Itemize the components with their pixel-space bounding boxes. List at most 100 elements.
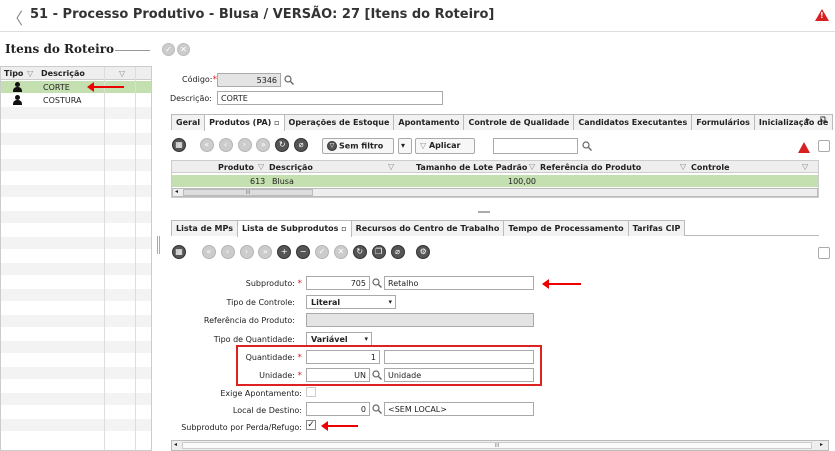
grid-header: Produto ▽ Descrição ▽ Tamanho de Lote Pa… [172, 161, 818, 173]
attach-icon[interactable]: ⌀ [390, 245, 405, 259]
tab-tempo-processamento[interactable]: Tempo de Processamento [503, 220, 629, 236]
add-icon[interactable]: + [277, 245, 292, 259]
filter-dropdown-icon[interactable]: ▾ [398, 138, 412, 154]
quantidade-field[interactable]: 1 [306, 350, 380, 364]
search-icon[interactable] [372, 370, 382, 380]
empty-row [1, 185, 151, 198]
last-icon[interactable]: » [256, 138, 271, 152]
panel-splitter[interactable] [157, 236, 160, 254]
tab-apontamento[interactable]: Apontamento [393, 114, 465, 130]
sub-option-box[interactable] [818, 247, 830, 259]
cancel-icon[interactable]: ✕ [333, 245, 348, 259]
col-descricao: Descrição [41, 69, 85, 78]
grid-toolbar: ▦ « ‹ › » ↻ ⌀ [172, 138, 310, 154]
filter-icon[interactable]: ▽ [258, 162, 264, 171]
first-icon[interactable]: « [201, 245, 216, 259]
scroll-thumb[interactable]: III [182, 442, 812, 449]
descricao-field[interactable]: CORTE [217, 91, 443, 105]
empty-row [1, 341, 151, 354]
sub-toolbar: ▦ « ‹ › » + − ✓ ✕ ↻ ❐ ⌀ ⚙ [172, 245, 432, 261]
horizontal-scrollbar[interactable]: ◂ III ▸ [171, 440, 829, 451]
filter-icon[interactable]: ▽ [802, 162, 808, 171]
empty-row [1, 107, 151, 120]
codigo-label: Código:* [182, 75, 217, 85]
prev-icon[interactable]: ‹ [220, 245, 235, 259]
prev-icon[interactable]: ‹ [218, 138, 233, 152]
tipo-quantidade-select[interactable]: Variável ▾ [306, 332, 372, 346]
cancel-button[interactable]: ✕ [177, 43, 190, 56]
list-item-costura[interactable]: COSTURA [1, 94, 151, 107]
tipo-controle-label: Tipo de Controle: [226, 298, 295, 307]
subproduto-code-field[interactable]: 705 [306, 276, 370, 290]
tab-lista-mps[interactable]: Lista de MPs [171, 220, 238, 236]
horizontal-scrollbar[interactable]: ◂ III [172, 188, 818, 197]
empty-row [1, 211, 151, 224]
tab-lista-subprodutos[interactable]: Lista de Subprodutos ▫ [237, 220, 352, 237]
search-icon[interactable] [372, 278, 382, 288]
cell-produto: 613 [250, 177, 266, 186]
perda-refugo-checkbox[interactable]: ✓ [306, 420, 316, 430]
grid-option-box[interactable] [818, 140, 830, 152]
filter-icon[interactable]: ▽ [27, 69, 33, 78]
filter-funnel-icon: ▽ [327, 141, 337, 151]
next-icon[interactable]: › [237, 138, 252, 152]
confirm-button[interactable]: ✓ [162, 43, 175, 56]
resize-handle[interactable] [478, 211, 490, 213]
empty-row [1, 393, 151, 406]
tab-produtos[interactable]: Produtos (PA) ▫ [204, 114, 285, 131]
copy-icon[interactable]: ❐ [371, 245, 386, 259]
first-icon[interactable]: « [199, 138, 214, 152]
tab-controle-qualidade[interactable]: Controle de Qualidade [463, 114, 575, 130]
bottom-tabs: Lista de MPs Lista de Subprodutos ▫ Recu… [171, 220, 819, 237]
settings-icon[interactable]: ⚙ [416, 245, 431, 259]
local-name-field[interactable]: <SEM LOCAL> [384, 402, 534, 416]
top-tabs: Geral Produtos (PA) ▫ Operações de Estoq… [171, 114, 834, 131]
confirm-icon[interactable]: ✓ [315, 245, 329, 259]
subproduto-name-field[interactable]: Retalho [384, 276, 534, 290]
local-code-field[interactable]: 0 [306, 402, 370, 416]
empty-row [1, 159, 151, 172]
search-icon[interactable] [284, 75, 294, 85]
next-icon[interactable]: › [239, 245, 254, 259]
last-icon[interactable]: » [258, 245, 273, 259]
grid-menu-icon[interactable]: ▦ [172, 138, 186, 152]
table-row[interactable]: 613 Blusa 100,00 [172, 175, 818, 187]
search-icon[interactable] [582, 141, 592, 151]
apply-filter-button[interactable]: ▽ Aplicar [415, 138, 475, 154]
list-item-corte[interactable]: CORTE [1, 81, 151, 94]
popout-icon[interactable]: ⧉ [820, 115, 826, 125]
unidade-name-field[interactable]: Unidade [384, 368, 534, 382]
scroll-thumb[interactable]: III [183, 189, 313, 196]
refresh-icon[interactable]: ↻ [352, 245, 367, 259]
list-item-label: CORTE [43, 83, 70, 92]
filter-icon[interactable]: ▽ [680, 162, 686, 171]
col-produto: Produto [218, 163, 255, 172]
grid-warning-icon[interactable] [798, 142, 810, 153]
grid-search-input[interactable] [493, 138, 578, 154]
annotation-arrow [87, 82, 124, 92]
tab-candidatos[interactable]: Candidatos Executantes [573, 114, 693, 130]
codigo-field[interactable]: 5346 [217, 73, 281, 87]
filter-icon[interactable]: ▽ [388, 162, 394, 171]
warning-icon[interactable]: ! [815, 9, 829, 21]
tab-tarifas-cip[interactable]: Tarifas CIP [627, 220, 686, 236]
quantidade-extra-field[interactable] [384, 350, 534, 364]
filter-icon[interactable]: ▽ [119, 69, 125, 78]
filter-icon[interactable]: ▽ [529, 162, 535, 171]
tab-geral[interactable]: Geral [171, 114, 206, 130]
filter-select[interactable]: ▽ Sem filtro [322, 138, 394, 154]
refresh-icon[interactable]: ↻ [275, 138, 290, 152]
tab-formularios[interactable]: Formulários [691, 114, 755, 130]
remove-icon[interactable]: − [296, 245, 311, 259]
attach-icon[interactable]: ⌀ [294, 138, 309, 152]
back-arrow-icon[interactable]: 〈 [7, 5, 23, 29]
tab-operacoes-estoque[interactable]: Operações de Estoque [283, 114, 395, 130]
cell-tamanho: 100,00 [508, 177, 536, 186]
exige-apontamento-checkbox[interactable] [306, 387, 316, 397]
tipo-controle-select[interactable]: Literal ▾ [306, 295, 396, 309]
grid-menu-icon[interactable]: ▦ [172, 245, 186, 259]
tab-recursos[interactable]: Recursos do Centro de Trabalho [350, 220, 505, 236]
tab-scroll-right-icon[interactable]: ▸ [806, 115, 816, 129]
unidade-code-field[interactable]: UN [306, 368, 370, 382]
search-icon[interactable] [372, 404, 382, 414]
